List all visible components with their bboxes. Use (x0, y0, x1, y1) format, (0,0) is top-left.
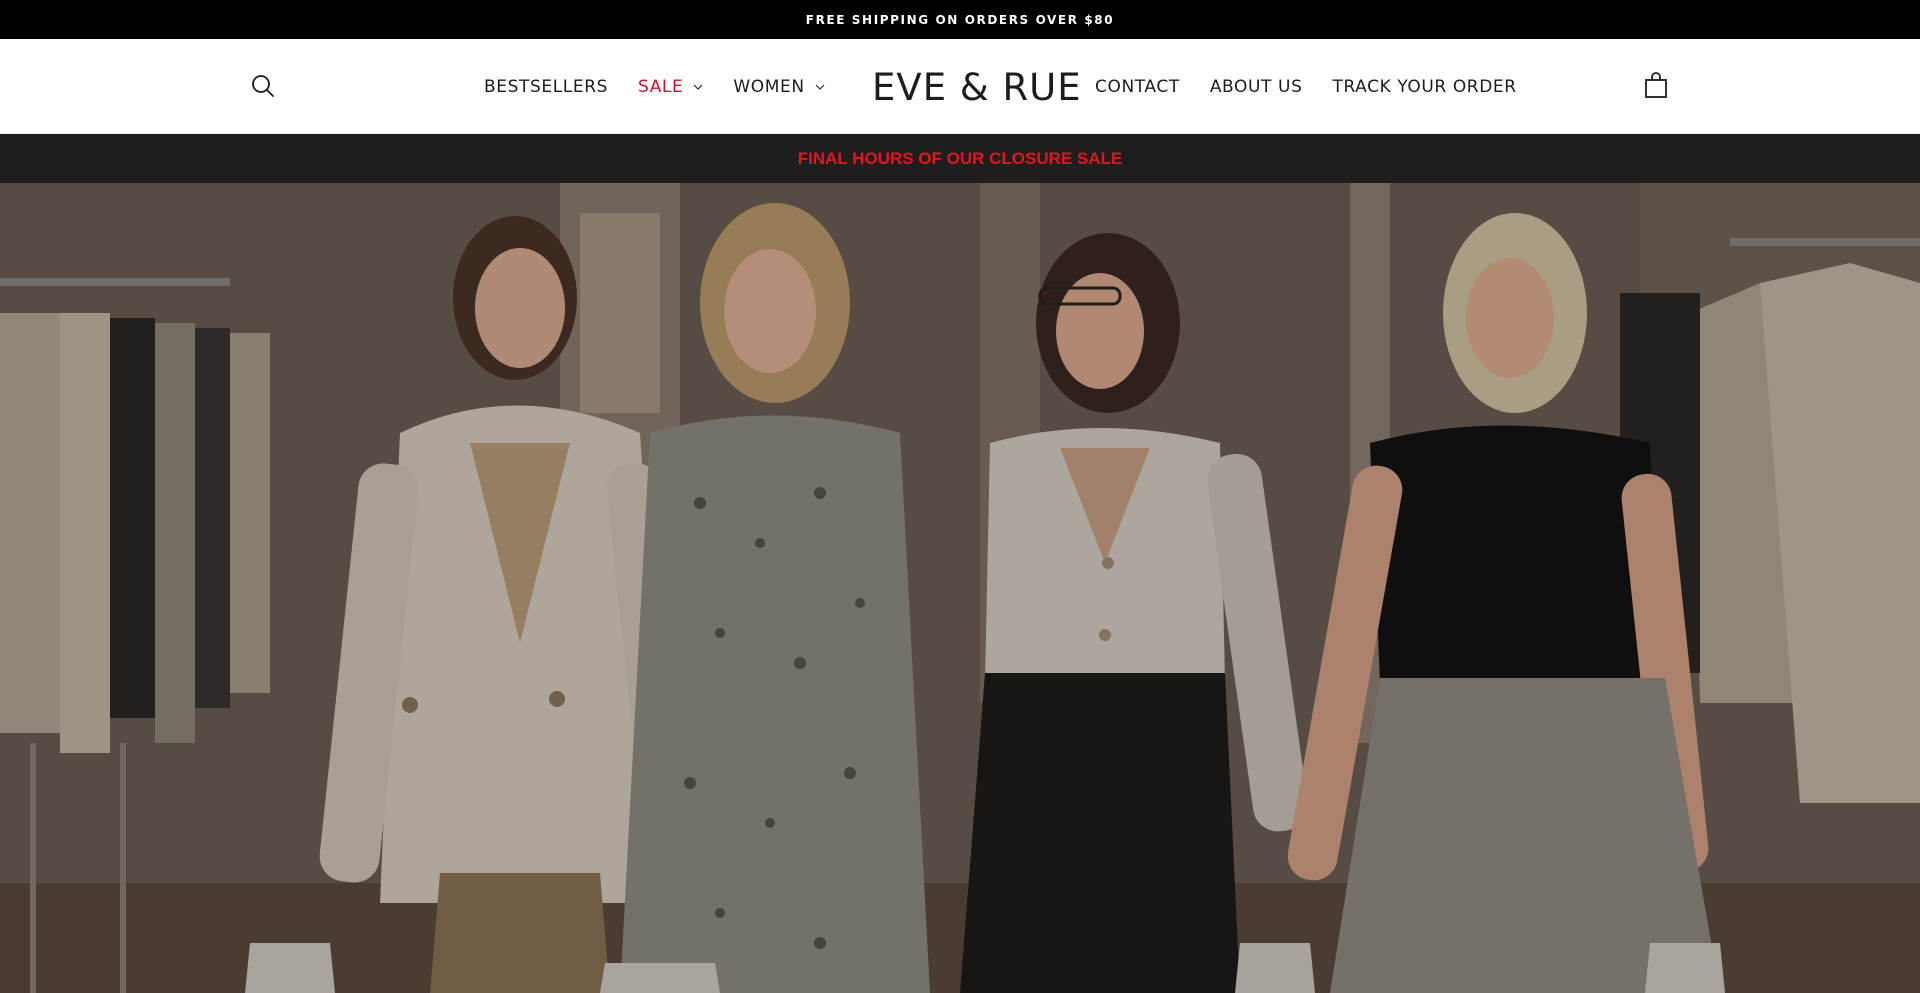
nav-contact-label: CONTACT (1095, 76, 1180, 97)
nav-sale[interactable]: SALE (638, 77, 703, 97)
nav-track-order-label: TRACK YOUR ORDER (1332, 76, 1517, 97)
main-nav-right: CONTACT ABOUT US TRACK YOUR ORDER (1095, 39, 1547, 134)
announcement-text: FREE SHIPPING ON ORDERS OVER $80 (805, 12, 1115, 27)
nav-bestsellers-label: BESTSELLERS (484, 76, 608, 97)
chevron-down-icon (693, 84, 703, 90)
promo-bar[interactable]: FINAL HOURS OF OUR CLOSURE SALE (0, 134, 1920, 183)
shopping-bag-icon[interactable] (1643, 72, 1669, 100)
site-logo[interactable]: EVE & RUE (872, 65, 1082, 109)
promo-text: FINAL HOURS OF OUR CLOSURE SALE (797, 148, 1123, 168)
site-header: BESTSELLERS SALE WOMEN EVE & RUE CONTACT… (0, 39, 1920, 134)
announcement-bar: FREE SHIPPING ON ORDERS OVER $80 (0, 0, 1920, 39)
nav-women-label: WOMEN (733, 76, 805, 97)
nav-contact[interactable]: CONTACT (1095, 77, 1180, 97)
nav-track-order[interactable]: TRACK YOUR ORDER (1332, 77, 1516, 97)
nav-bestsellers[interactable]: BESTSELLERS (484, 77, 608, 97)
nav-about-us-label: ABOUT US (1209, 76, 1303, 97)
main-nav-left: BESTSELLERS SALE WOMEN (484, 39, 855, 134)
nav-about-us[interactable]: ABOUT US (1210, 77, 1303, 97)
nav-women[interactable]: WOMEN (733, 76, 825, 97)
hero-illustration (0, 183, 1920, 993)
chevron-down-icon (815, 84, 825, 90)
hero-image (0, 183, 1920, 993)
search-icon[interactable] (250, 73, 276, 99)
nav-sale-label: SALE (638, 76, 684, 97)
